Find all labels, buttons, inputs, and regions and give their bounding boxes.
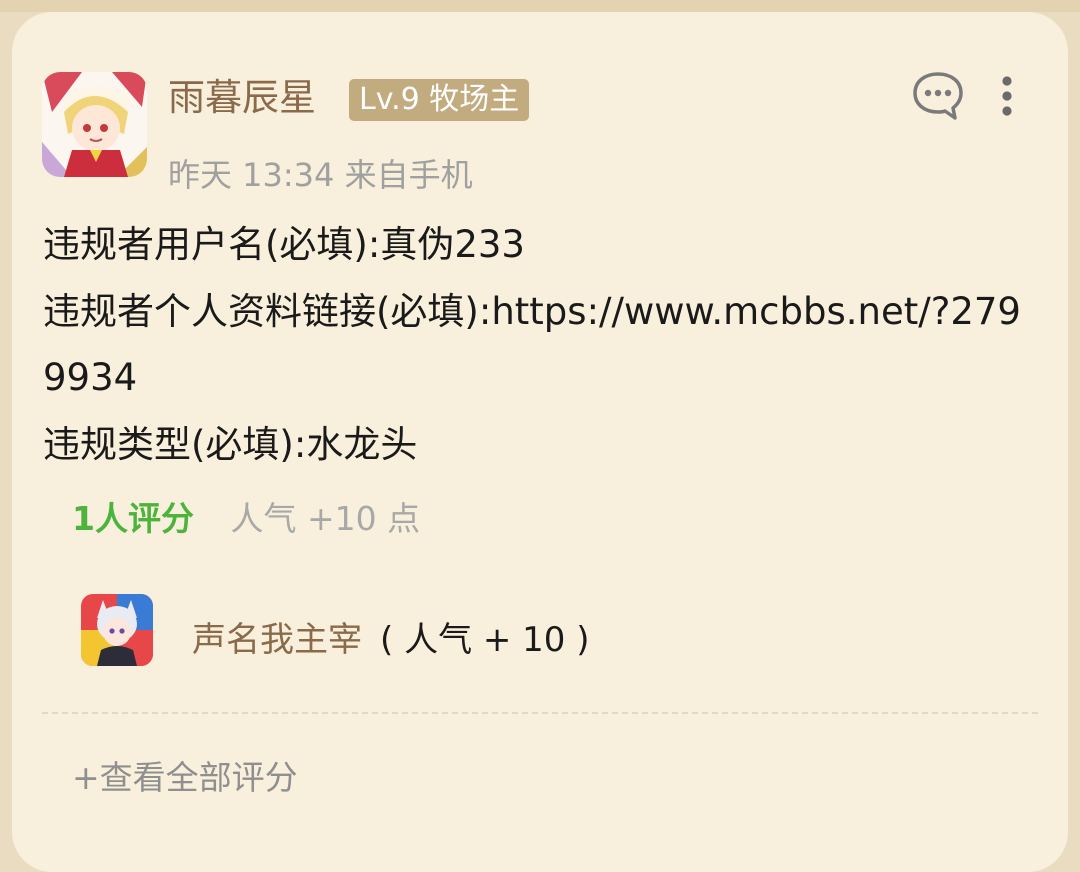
more-vertical-icon[interactable] [990,74,1024,118]
rating-count: 1人评分 [72,499,194,538]
content-line-username: 违规者用户名(必填):真伪233 [43,223,525,266]
comment-bubble-icon[interactable] [910,70,966,122]
rater-points: ( 人气 + 10 ) [380,620,590,660]
post-content: 违规者用户名(必填):真伪233 违规者个人资料链接(必填):https://w… [43,212,1033,478]
level-badge: Lv.9 牧场主 [349,79,530,121]
author-avatar[interactable] [42,72,147,177]
top-strip [0,0,1080,12]
rating-score: 人气 +10 点 [230,499,421,538]
rater-item: 声名我主宰 ( 人气 + 10 ) [192,617,590,663]
rating-summary: 1人评分 人气 +10 点 [72,497,420,541]
post-time: 昨天 13:34 来自手机 [168,156,473,194]
author-name[interactable]: 雨暮辰星 [168,74,316,122]
author-avatar-image [42,72,147,177]
view-all-ratings-link[interactable]: +查看全部评分 [72,756,298,800]
divider [42,712,1038,714]
rater-avatar[interactable] [81,594,153,666]
rater-avatar-image [81,594,153,666]
rater-name[interactable]: 声名我主宰 [192,620,362,660]
content-line-violation-type: 违规类型(必填):水龙头 [43,422,418,466]
content-line-profile-link[interactable]: 违规者个人资料链接(必填):https://www.mcbbs.net/?279… [43,279,1033,412]
